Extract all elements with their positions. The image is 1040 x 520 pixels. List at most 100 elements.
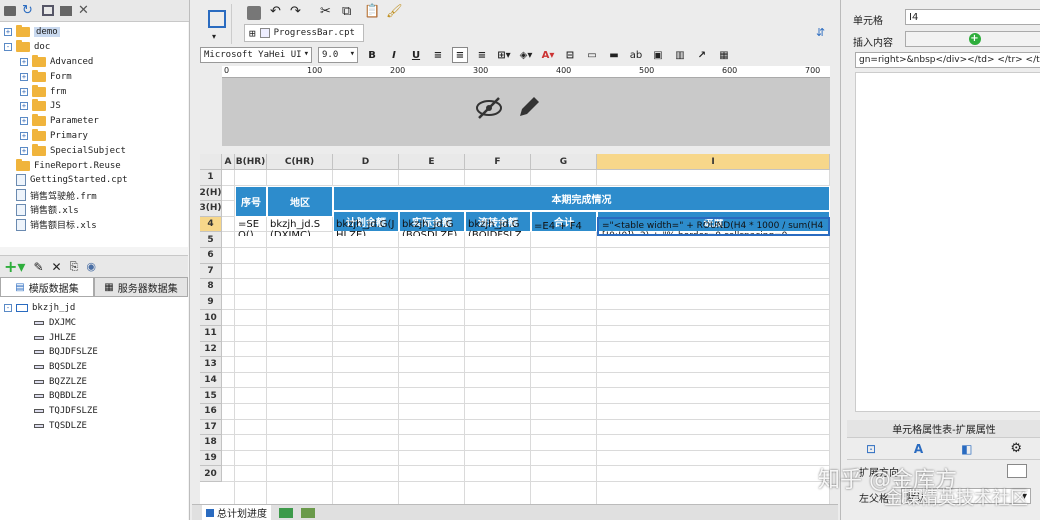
tree-item[interactable]: 销售额目标.xls (0, 217, 188, 232)
dataset-column[interactable]: BQZZLZE (0, 374, 188, 389)
row-header[interactable]: 7 (200, 263, 222, 280)
tree-item[interactable]: + JS (0, 99, 188, 114)
expand-icon[interactable]: + (20, 87, 28, 96)
style-icon[interactable]: A (914, 442, 923, 456)
subreport-icon[interactable]: ▦ (716, 47, 732, 63)
hide-eye-icon[interactable] (474, 96, 504, 120)
settings-gear-icon[interactable]: ⚙ (1010, 441, 1022, 456)
row-header[interactable]: 1 (200, 170, 222, 186)
row-header[interactable]: 15 (200, 388, 222, 404)
cell-name-input[interactable]: I4 (905, 9, 1040, 25)
tree-item[interactable]: 销售驾驶舱.frm (0, 188, 188, 203)
column-header[interactable]: I (597, 154, 830, 170)
undo-icon[interactable]: ↶ (270, 4, 284, 19)
italic-button[interactable]: I (386, 47, 402, 63)
tree-item[interactable]: + Parameter (0, 114, 188, 129)
redo-icon[interactable]: ↷ (290, 4, 304, 19)
expand-icon[interactable]: + (20, 131, 28, 140)
column-header[interactable]: B(HR) (235, 154, 267, 170)
form-icon[interactable]: ▾ (200, 4, 232, 44)
expand-icon[interactable]: + (20, 57, 28, 66)
font-color-icon[interactable]: A▾ (540, 47, 556, 63)
add-dataset-icon[interactable]: +▾ (4, 257, 25, 276)
insert-content-button[interactable]: + (905, 31, 1040, 47)
row-header[interactable]: 19 (200, 450, 222, 467)
cut-icon[interactable]: ✂ (320, 4, 334, 19)
layout-icon[interactable] (42, 5, 54, 16)
dataset-column[interactable]: TQJDFSLZE (0, 404, 188, 419)
column-header[interactable]: C(HR) (267, 154, 333, 170)
tree-item[interactable]: 销售额.xls (0, 203, 188, 218)
tree-item[interactable]: + Primary (0, 128, 188, 144)
row-header[interactable]: 11 (200, 326, 222, 342)
add-sheet-icon[interactable] (279, 507, 293, 518)
align-center-icon[interactable]: ≡ (452, 47, 468, 63)
chart-icon[interactable]: ▥ (672, 47, 688, 63)
column-header[interactable]: G (531, 154, 597, 170)
spreadsheet-grid[interactable]: A B(HR) C(HR) D E F G I 1 2(H) 3(H) 4 5 6 7 8 9 10 11 12 13 1… (200, 154, 830, 504)
tab-template-dataset[interactable]: ▤ 模版数据集 (0, 277, 94, 296)
row-header[interactable]: 8 (200, 279, 222, 295)
cell-b4[interactable]: =SEQ() (235, 217, 267, 236)
file-tab[interactable]: ⊞ ProgressBar.cpt (244, 24, 364, 42)
tree-item[interactable]: FineReport.Reuse (0, 158, 188, 173)
row-header[interactable]: 6 (200, 248, 222, 264)
tree-item[interactable]: + demo (0, 25, 188, 40)
row-header[interactable]: 3(H) (200, 201, 222, 217)
sheet-tab[interactable]: 总计划进度 (202, 505, 271, 520)
cell-f4[interactable]: bkzjh_jd.G(BQJDFSLZE) (465, 217, 531, 236)
column-header[interactable]: E (399, 154, 465, 170)
dataset-column[interactable]: BQBDLZE (0, 389, 188, 404)
row-header[interactable]: 10 (200, 310, 222, 326)
folder-icon[interactable] (4, 5, 16, 16)
row-header[interactable]: 12 (200, 341, 222, 358)
tree-item[interactable]: GettingStarted.cpt (0, 173, 188, 188)
cell-e4[interactable]: bkzjh_jd.G(BQSDLZE) (399, 217, 465, 236)
border-icon[interactable]: ⊞▾ (496, 47, 512, 63)
close-icon[interactable]: ✕ (78, 3, 92, 18)
wrap-icon[interactable]: ▭ (584, 47, 600, 63)
font-family-select[interactable]: Microsoft YaHei UI (200, 47, 312, 63)
dataset-column[interactable]: BQJDFSLZE (0, 345, 188, 360)
cell-attr-icon[interactable]: ⊡ (866, 442, 876, 456)
row-header[interactable]: 14 (200, 372, 222, 389)
dataset-column[interactable]: BQSDLZE (0, 360, 188, 375)
expand-icon[interactable]: + (20, 117, 28, 126)
dataset-column[interactable]: TQSDLZE (0, 419, 188, 434)
row-header[interactable]: 4 (200, 216, 222, 233)
bold-button[interactable]: B (364, 47, 380, 63)
dataset-column[interactable]: DXJMC (0, 316, 188, 331)
edit-icon[interactable]: ✎ (33, 260, 43, 274)
expand-icon[interactable]: + (20, 72, 28, 81)
column-header[interactable]: A (222, 154, 235, 170)
copy-icon[interactable]: ⧉ (342, 4, 356, 19)
image-icon[interactable]: ▣ (650, 47, 666, 63)
underline-button[interactable]: U (408, 47, 424, 63)
row-header[interactable]: 17 (200, 419, 222, 436)
preview-icon[interactable]: ⎘ (70, 260, 79, 274)
expand-icon[interactable]: + (4, 28, 12, 37)
column-header[interactable]: F (465, 154, 531, 170)
edit-pencil-icon[interactable] (516, 94, 542, 120)
expand-icon[interactable]: + (20, 146, 28, 155)
dataset-node[interactable]: - bkzjh_jd (0, 301, 188, 316)
format-painter-icon[interactable]: 🖌 (386, 4, 403, 19)
align-left-icon[interactable]: ≡ (430, 47, 446, 63)
tree-item[interactable]: + Form (0, 69, 188, 84)
toolbar-menu-icon[interactable]: ⇵ (816, 26, 830, 40)
row-header[interactable]: 20 (200, 466, 222, 482)
open-folder-icon[interactable] (60, 5, 72, 16)
expand-direction-icon[interactable] (1007, 464, 1027, 478)
tree-item[interactable]: + Advanced (0, 54, 188, 70)
tree-item[interactable]: - doc (0, 40, 188, 55)
select-all-corner[interactable] (200, 154, 222, 170)
widget-icon[interactable]: ◧ (961, 442, 972, 456)
add-form-icon[interactable] (301, 507, 315, 518)
row-header[interactable]: 9 (200, 294, 222, 311)
merge-icon[interactable]: ⊟ (562, 47, 578, 63)
collapse-icon[interactable]: - (4, 304, 12, 313)
column-header[interactable]: D (333, 154, 399, 170)
paste-icon[interactable]: 📋 (364, 4, 380, 19)
cell-d4[interactable]: bkzjh_jd.G(JHLZE) (333, 217, 399, 236)
brush-icon[interactable]: ↗ (694, 47, 710, 63)
